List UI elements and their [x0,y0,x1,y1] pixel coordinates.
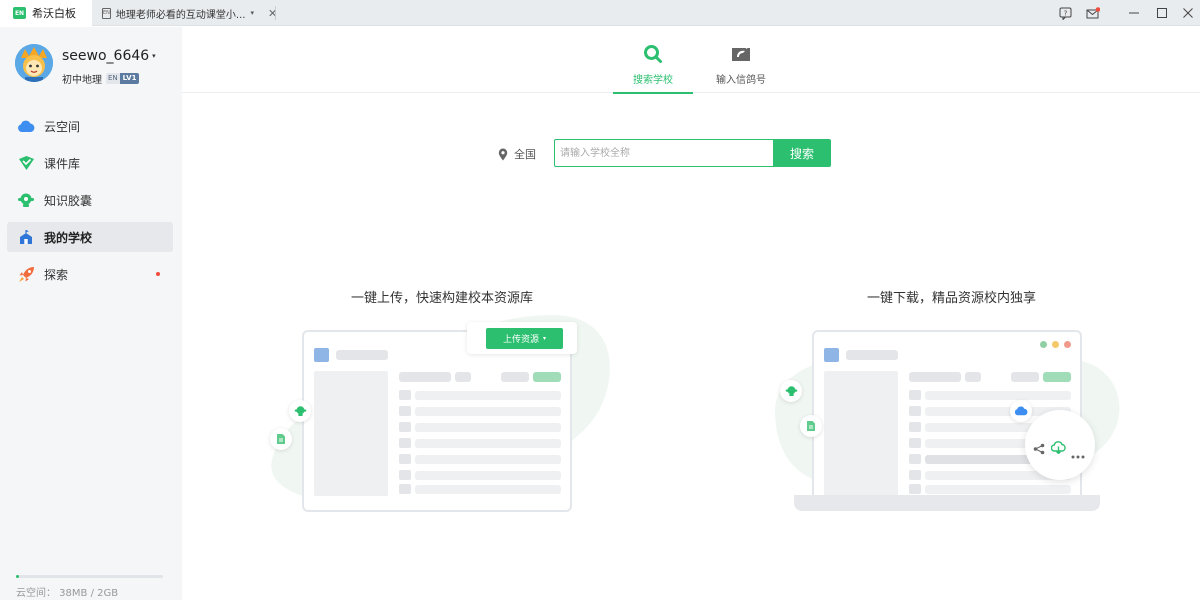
user-subject-row: 初中地理 EN LV1 [62,71,140,86]
search-button[interactable]: 搜索 [773,139,831,167]
sidebar-item-label: 课件库 [44,156,81,171]
svg-text:?: ? [1063,9,1067,17]
sidebar-item-capsule[interactable]: 知识胶囊 [7,185,173,215]
sidebar-item-label: 知识胶囊 [44,193,93,208]
main-tab-bar: 搜索学校 输入信鸽号 [182,27,1200,94]
mail-icon[interactable] [1079,0,1107,26]
location-pin-icon [498,148,508,161]
upload-resource-button: 上传资源 ▾ [486,328,563,349]
user-subject: 初中地理 [62,75,102,86]
sidebar-item-label: 云空间 [44,119,81,134]
chevron-down-icon: ▾ [543,335,547,342]
tab-enter-pigeon-id[interactable]: 输入信鸽号 [701,27,781,93]
document-tab[interactable]: EN 地理老师必看的互动课堂小... ▾ ✕ [92,0,277,26]
chevron-down-icon: ▾ [152,52,156,60]
pigeon-icon [730,43,752,65]
cloud-download-icon [1050,439,1066,458]
download-action-bubble [1025,410,1095,480]
upload-feature-title: 一键上传，快速构建校本资源库 [351,291,534,306]
upload-popup: 上传资源 ▾ [467,322,577,354]
sidebar-item-explore[interactable]: 探索 [7,259,173,289]
maximize-icon[interactable] [1148,0,1176,26]
share-icon [1033,440,1045,459]
capsule-float-icon [780,380,802,402]
tab-separator [275,6,276,20]
region-selector[interactable]: 全国 [498,146,536,162]
window-close-icon[interactable] [1174,0,1200,26]
app-logo: EN [13,7,26,19]
storage-usage-text: 云空间： 38MB / 2GB [16,588,119,599]
app-tab[interactable]: EN 希沃白板 [0,0,92,26]
sidebar-item-cloud[interactable]: 云空间 [7,111,173,141]
document-tab-title: 地理老师必看的互动课堂小... [115,9,246,21]
file-float-icon [800,415,822,437]
file-float-icon [270,428,292,450]
school-icon [17,229,35,245]
download-feature-title: 一键下载，精品资源校内独享 [867,291,1037,306]
upload-resource-label: 上传资源 [502,335,539,345]
courseware-icon [17,155,35,171]
sidebar-item-my-school[interactable]: 我的学校 [7,222,173,252]
sidebar: seewo_6646 ▾ 初中地理 EN LV1 云空间 课件库 知识胶囊 我的… [0,27,182,600]
level-badge: EN LV1 [106,73,140,84]
level-badge-prefix: EN [106,73,120,84]
upload-app-window [302,330,572,512]
title-bar: EN 希沃白板 EN 地理老师必看的互动课堂小... ▾ ✕ ? [0,0,1200,26]
upload-illustration: 上传资源 ▾ [262,310,622,520]
cloud-float-icon [1010,400,1032,422]
tab-search-school[interactable]: 搜索学校 [613,27,693,94]
level-badge-value: LV1 [119,73,140,84]
capsule-icon [17,192,35,208]
laptop-base [794,495,1100,511]
minimize-icon[interactable] [1120,0,1148,26]
document-icon: EN [102,7,111,19]
username-dropdown[interactable]: seewo_6646 ▾ [62,48,156,64]
app-title: 希沃白板 [32,7,76,20]
region-label: 全国 [514,148,536,161]
help-icon[interactable]: ? [1051,0,1079,26]
search-icon [643,43,663,65]
more-icon [1071,444,1085,463]
tab-label: 输入信鸽号 [716,75,766,86]
school-search-input[interactable] [554,139,774,167]
sidebar-item-label: 我的学校 [44,230,93,245]
rocket-icon [17,266,35,282]
storage-progress-bar [16,575,163,578]
cloud-icon [17,118,35,134]
sidebar-item-label: 探索 [44,267,69,282]
capsule-float-icon [289,400,311,422]
storage-progress-fill [16,575,19,578]
notification-dot [156,272,160,276]
tab-label: 搜索学校 [633,75,673,86]
avatar[interactable] [15,44,53,82]
chevron-down-icon[interactable]: ▾ [250,9,254,17]
download-illustration [770,320,1130,520]
username: seewo_6646 [62,48,150,64]
sidebar-item-courseware[interactable]: 课件库 [7,148,173,178]
